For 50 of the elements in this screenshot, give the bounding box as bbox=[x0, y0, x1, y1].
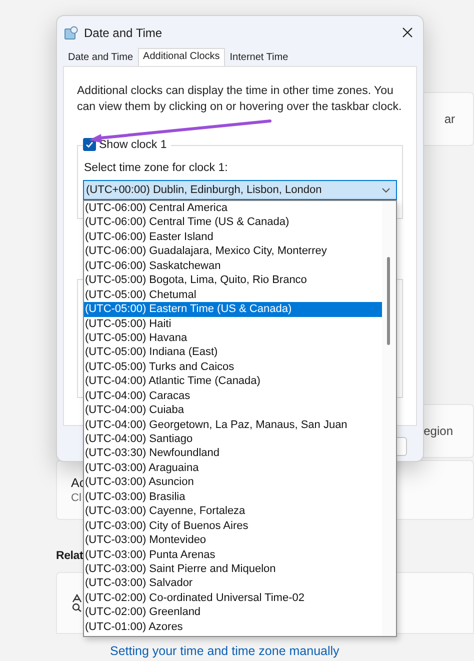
list-option[interactable]: (UTC-05:00) Bogota, Lima, Quito, Rio Branco bbox=[84, 273, 382, 288]
window-title: Date and Time bbox=[84, 26, 164, 40]
list-option[interactable]: (UTC-03:00) Cayenne, Fortaleza bbox=[84, 504, 382, 519]
list-option[interactable]: (UTC-03:00) Punta Arenas bbox=[84, 548, 382, 562]
chevron-icon bbox=[382, 188, 390, 192]
description-text: Additional clocks can display the time in other time zones. You can view them by clicking on or hovering over the taskbar clock. bbox=[77, 84, 403, 115]
checkmark-icon bbox=[85, 140, 94, 149]
list-option[interactable]: (UTC-06:00) Easter Island bbox=[84, 230, 382, 244]
close-icon[interactable] bbox=[402, 27, 413, 38]
tab[interactable]: Internet Time bbox=[224, 49, 294, 66]
time-zone-dropdown[interactable]: (UTC+00:00) Dublin, Edinburgh, Lisbon, London bbox=[83, 180, 397, 200]
list-option[interactable]: (UTC-06:00) Central Time (US & Canada) bbox=[84, 215, 382, 230]
list-option[interactable]: (UTC-05:00) Chetumal bbox=[84, 288, 382, 302]
list-option[interactable]: (UTC-02:00) Greenland bbox=[84, 605, 382, 620]
language-icon bbox=[71, 594, 83, 612]
list-option[interactable]: (UTC-05:00) Indiana (East) bbox=[84, 345, 382, 360]
list-option[interactable]: (UTC-03:00) Montevideo bbox=[84, 533, 382, 548]
list-option[interactable]: (UTC-04:00) Cuiaba bbox=[84, 403, 382, 418]
checkbox[interactable] bbox=[83, 138, 96, 151]
list-option[interactable]: (UTC-04:00) Atlantic Time (Canada) bbox=[84, 374, 382, 389]
list-option[interactable]: (UTC-06:00) Guadalajara, Mexico City, Monterrey bbox=[84, 244, 382, 259]
help-link[interactable]: Setting your time and time zone manually bbox=[110, 644, 340, 658]
list-option[interactable]: (UTC-05:00) Turks and Caicos bbox=[84, 360, 382, 374]
list-option[interactable]: (UTC-02:00) Co-ordinated Universal Time-02 bbox=[84, 590, 382, 606]
list-option[interactable]: (UTC-03:00) Asuncion bbox=[84, 475, 382, 490]
card-subtitle: Cl bbox=[71, 492, 82, 504]
scrollbar-thumb[interactable] bbox=[387, 257, 390, 345]
list-option[interactable]: (UTC-04:00) Georgetown, La Paz, Manaus, San Juan bbox=[84, 418, 382, 432]
tab[interactable]: Date and Time bbox=[63, 49, 138, 66]
list-option[interactable]: (UTC-01:00) Azores bbox=[84, 620, 382, 634]
field-label: Select time zone for clock 1: bbox=[84, 162, 229, 174]
list-option[interactable]: (UTC-03:00) City of Buenos Aires bbox=[84, 518, 382, 534]
list-option[interactable]: (UTC-03:00) Araguaina bbox=[84, 460, 382, 476]
settings-text: egion bbox=[424, 424, 453, 438]
list-option[interactable]: (UTC-03:00) Saint Pierre and Miquelon bbox=[84, 562, 382, 576]
settings-text: ar bbox=[444, 112, 455, 126]
list-option[interactable]: (UTC-06:00) Saskatchewan bbox=[84, 258, 382, 274]
list-option[interactable]: (UTC-04:00) Santiago bbox=[84, 432, 382, 446]
list-option[interactable]: (UTC-06:00) Central America bbox=[84, 201, 382, 216]
list-option[interactable]: (UTC-05:00) Haiti bbox=[84, 316, 382, 331]
checkbox-label: Show clock 1 bbox=[99, 138, 167, 150]
tab[interactable]: Additional Clocks bbox=[138, 48, 225, 67]
section-heading: Relat bbox=[56, 550, 84, 562]
list-option[interactable]: (UTC-03:00) Salvador bbox=[84, 576, 382, 591]
calendar-clock-icon bbox=[64, 26, 78, 40]
list-option[interactable]: (UTC-03:30) Newfoundland bbox=[84, 446, 382, 461]
list-option[interactable]: (UTC-04:00) Caracas bbox=[84, 388, 382, 404]
list-option[interactable]: (UTC-05:00) Havana bbox=[84, 330, 382, 346]
list-option[interactable]: (UTC-05:00) Eastern Time (US & Canada) bbox=[84, 302, 382, 316]
list-option[interactable]: (UTC-03:00) Brasilia bbox=[84, 490, 382, 504]
